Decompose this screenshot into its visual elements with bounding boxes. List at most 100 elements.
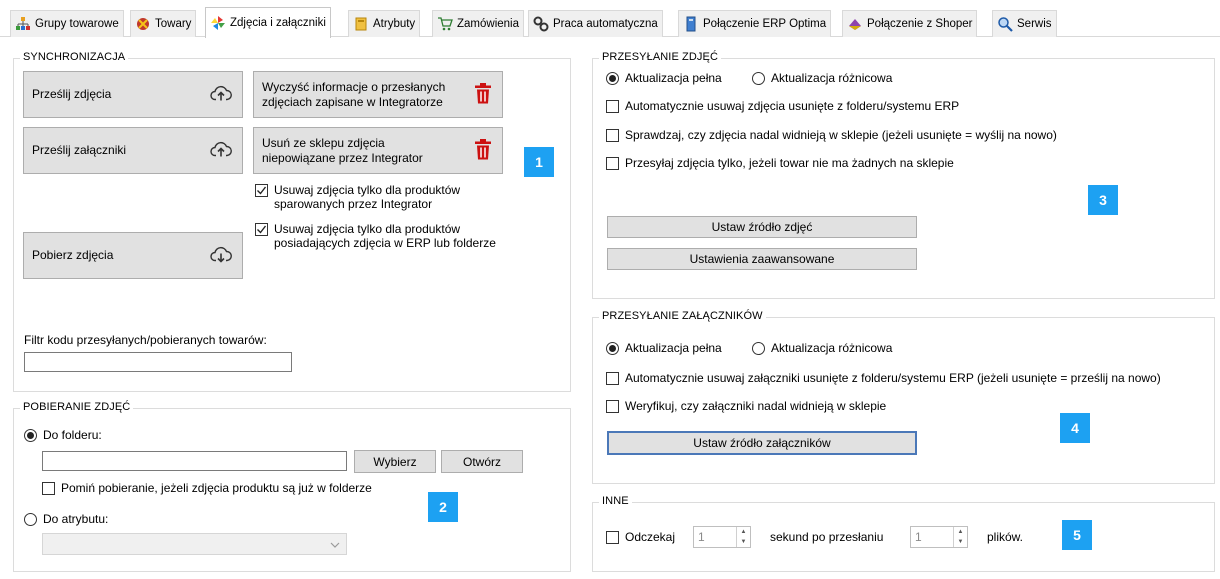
open-button[interactable]: Otwórz — [441, 450, 523, 473]
seconds-after-label: sekund po przesłaniu — [770, 530, 884, 544]
chk2-line2: posiadających zdjęcia w ERP lub folderze — [274, 236, 496, 250]
tab-grupy-towarowe[interactable]: Grupy towarowe — [10, 10, 124, 37]
checkbox-unchecked[interactable] — [606, 400, 619, 413]
send-photos-button[interactable]: Prześlij zdjęcia — [23, 71, 243, 118]
to-attribute-label: Do atrybutu: — [43, 512, 109, 526]
photo-full-label: Aktualizacja pełna — [625, 71, 722, 85]
chk-paired-only[interactable]: Usuwaj zdjęcia tylko dla produktów sparo… — [255, 183, 460, 211]
files-count-stepper[interactable]: 1 ▲ ▼ — [910, 526, 968, 548]
send-attachments-button[interactable]: Prześlij załączniki — [23, 127, 243, 174]
radio-unselected[interactable] — [752, 342, 765, 355]
advanced-settings-button[interactable]: Ustawienia zaawansowane — [607, 248, 917, 270]
chk-skip-existing[interactable]: Pomiń pobieranie, jeżeli zdjęcia produkt… — [42, 481, 372, 495]
checkbox-unchecked[interactable] — [606, 531, 619, 544]
photo-auto-label: Automatycznie usuwaj zdjęcia usunięte z … — [625, 99, 960, 113]
checkbox-checked[interactable] — [255, 223, 268, 236]
tab-zdjecia[interactable]: Zdjęcia i załączniki — [205, 7, 331, 38]
tab-zamowienia[interactable]: Zamówienia — [432, 10, 524, 37]
chk-photo-check[interactable]: Sprawdzaj, czy zdjęcia nadal widnieją w … — [606, 128, 1057, 142]
tab-polaczenie-shoper[interactable]: Połączenie z Shoper — [842, 10, 978, 37]
chk-paired-label: Usuwaj zdjęcia tylko dla produktów sparo… — [274, 183, 460, 211]
tab-atrybuty[interactable]: Atrybuty — [348, 10, 421, 37]
radio-selected[interactable] — [606, 72, 619, 85]
photo-diff-label: Aktualizacja różnicowa — [771, 71, 893, 85]
remove-line2: niepowiązane przez Integrator — [262, 150, 423, 165]
to-folder-label: Do folderu: — [43, 428, 102, 442]
attach-auto-label: Automatycznie usuwaj załączniki usunięte… — [625, 371, 1161, 385]
checkbox-unchecked[interactable] — [606, 157, 619, 170]
filter-label: Filtr kodu przesyłanych/pobieranych towa… — [24, 333, 267, 347]
checkbox-unchecked[interactable] — [42, 482, 55, 495]
chk-attach-auto-remove[interactable]: Automatycznie usuwaj załączniki usunięte… — [606, 371, 1161, 385]
checkbox-checked[interactable] — [255, 184, 268, 197]
radio-selected[interactable] — [24, 429, 37, 442]
stepper-up-icon[interactable]: ▲ — [954, 527, 967, 537]
clear-info-label: Wyczyść informacje o przesłanych zdjęcia… — [262, 80, 445, 110]
tab-praca-automatyczna[interactable]: Praca automatyczna — [528, 10, 663, 37]
set-attach-source-button[interactable]: Ustaw źródło załączników — [607, 431, 917, 455]
cloud-upload-icon — [210, 84, 232, 105]
gears-icon — [533, 16, 549, 32]
chk-photo-only[interactable]: Przesyłaj zdjęcia tylko, jeżeli towar ni… — [606, 156, 954, 170]
radio-photo-full[interactable]: Aktualizacja pełna — [606, 71, 722, 85]
trash-icon — [474, 82, 492, 107]
set-photo-source-button[interactable]: Ustaw źródło zdjęć — [607, 216, 917, 238]
download-title: POBIERANIE ZDJĘĆ — [20, 401, 134, 413]
send-attachments-label: Prześlij załączniki — [32, 143, 127, 157]
tab-label: Połączenie ERP Optima — [703, 18, 827, 30]
filter-input[interactable] — [24, 352, 292, 372]
chk-wait[interactable]: Odczekaj — [606, 530, 675, 544]
checkbox-unchecked[interactable] — [606, 100, 619, 113]
remove-unlinked-button[interactable]: Usuń ze sklepu zdjęcia niepowiązane prze… — [253, 127, 503, 174]
other-group: INNE — [592, 495, 1215, 572]
radio-unselected[interactable] — [24, 513, 37, 526]
shoper-icon — [847, 16, 863, 32]
badge-4: 4 — [1060, 413, 1090, 443]
radio-photo-diff[interactable]: Aktualizacja różnicowa — [752, 71, 892, 85]
attribute-select[interactable] — [42, 533, 347, 555]
radio-selected[interactable] — [606, 342, 619, 355]
photo-only-label: Przesyłaj zdjęcia tylko, jeżeli towar ni… — [625, 156, 954, 170]
clear-info-line1: Wyczyść informacje o przesłanych — [262, 79, 446, 94]
stepper-down-icon[interactable]: ▼ — [737, 537, 750, 547]
radio-to-attribute[interactable]: Do atrybutu: — [24, 512, 108, 526]
files-label: plików. — [987, 530, 1024, 544]
checkbox-unchecked[interactable] — [606, 129, 619, 142]
wait-seconds-stepper[interactable]: 1 ▲ ▼ — [693, 526, 751, 548]
checkbox-unchecked[interactable] — [606, 372, 619, 385]
wait-label: Odczekaj — [625, 530, 676, 544]
badge-5: 5 — [1062, 520, 1092, 550]
badge-1: 1 — [524, 147, 554, 177]
attach-upload-title: PRZESYŁANIE ZAŁĄCZNIKÓW — [599, 310, 766, 322]
radio-unselected[interactable] — [752, 72, 765, 85]
chk-attach-verify[interactable]: Weryfikuj, czy załączniki nadal widnieją… — [606, 399, 886, 413]
tab-bar: Grupy towarowe Towary Zdjęcia i załączni… — [0, 0, 1220, 38]
choose-button[interactable]: Wybierz — [354, 450, 436, 473]
radio-attach-full[interactable]: Aktualizacja pełna — [606, 341, 722, 355]
attach-verify-label: Weryfikuj, czy załączniki nadal widnieją… — [625, 399, 887, 413]
stepper-up-icon[interactable]: ▲ — [737, 527, 750, 537]
tab-polaczenie-erp[interactable]: Połączenie ERP Optima — [678, 10, 832, 37]
cart-icon — [437, 16, 453, 32]
remove-line1: Usuń ze sklepu zdjęcia — [262, 135, 385, 150]
remove-unlinked-label: Usuń ze sklepu zdjęcia niepowiązane prze… — [262, 136, 423, 166]
product-icon — [135, 16, 151, 32]
radio-to-folder[interactable]: Do folderu: — [24, 428, 102, 442]
cloud-upload-icon — [210, 140, 232, 161]
chk-photo-auto-remove[interactable]: Automatycznie usuwaj zdjęcia usunięte z … — [606, 99, 959, 113]
tab-towary[interactable]: Towary — [130, 10, 197, 37]
trash-icon — [474, 138, 492, 163]
stepper-down-icon[interactable]: ▼ — [954, 537, 967, 547]
tab-label: Praca automatyczna — [553, 18, 658, 30]
tab-label: Połączenie z Shoper — [867, 18, 973, 30]
photo-check-label: Sprawdzaj, czy zdjęcia nadal widnieją w … — [625, 128, 1057, 142]
magnifier-icon — [997, 16, 1013, 32]
skip-label: Pomiń pobieranie, jeżeli zdjęcia produkt… — [61, 481, 372, 495]
clear-info-button[interactable]: Wyczyść informacje o przesłanych zdjęcia… — [253, 71, 503, 118]
chk-has-photos-only[interactable]: Usuwaj zdjęcia tylko dla produktów posia… — [255, 222, 496, 250]
chk-has-photos-label: Usuwaj zdjęcia tylko dla produktów posia… — [274, 222, 496, 250]
folder-input[interactable] — [42, 451, 347, 471]
tab-serwis[interactable]: Serwis — [992, 10, 1057, 37]
radio-attach-diff[interactable]: Aktualizacja różnicowa — [752, 341, 892, 355]
download-photos-button[interactable]: Pobierz zdjęcia — [23, 232, 243, 279]
